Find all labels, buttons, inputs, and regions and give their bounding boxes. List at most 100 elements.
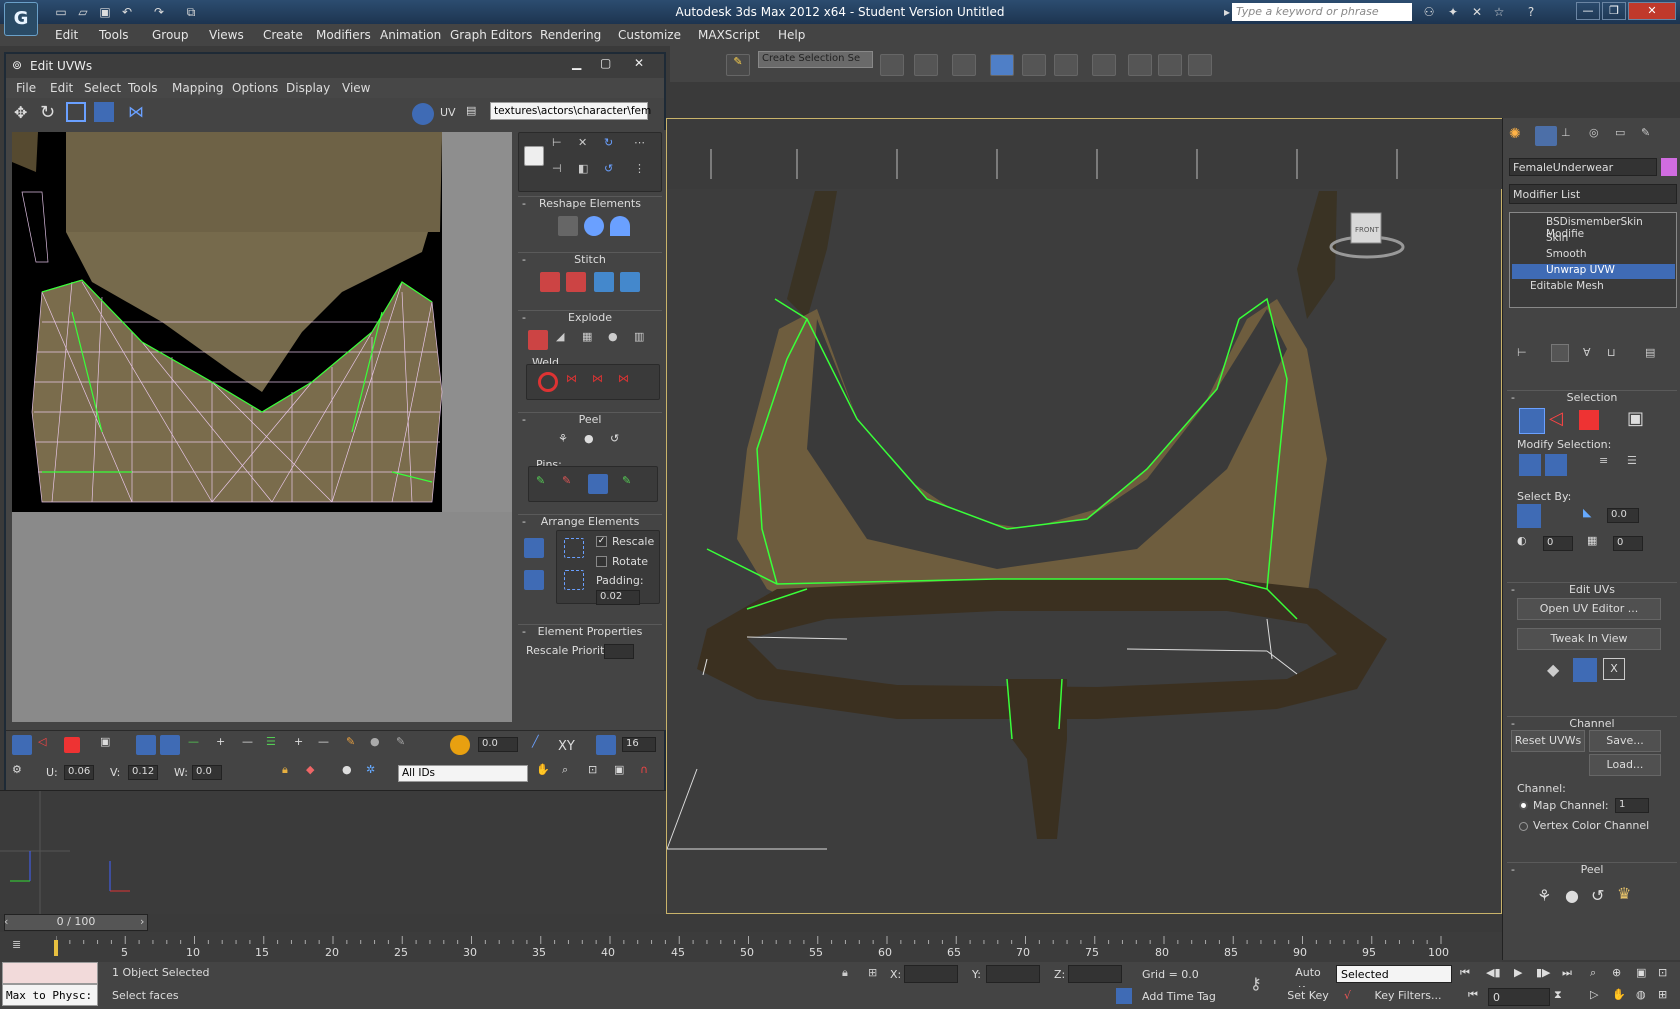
stitch-source-icon[interactable] (566, 272, 586, 292)
uvw-close-button[interactable]: ✕ (634, 56, 644, 70)
vertex-select-icon[interactable] (1519, 408, 1545, 434)
pan-nav-icon[interactable]: ✋ (1612, 988, 1626, 1001)
uv-ring-icon[interactable]: ☰ (266, 735, 286, 755)
uv-label[interactable]: UV (440, 106, 456, 119)
uvw-menu-view[interactable]: View (342, 81, 370, 95)
menu-create[interactable]: Create (263, 28, 303, 42)
w-spinner[interactable]: 0.0 (192, 765, 222, 780)
play-icon[interactable]: ▶ (1514, 966, 1522, 979)
relax-until-flat-icon[interactable] (584, 216, 604, 236)
pin-icon[interactable]: ✎ (536, 474, 556, 494)
motion-tab-icon[interactable]: ◎ (1589, 126, 1611, 146)
shrink-selection-icon[interactable] (1545, 454, 1567, 476)
quick-map-icon[interactable] (1573, 658, 1597, 682)
add-time-tag-icon[interactable] (1116, 988, 1132, 1004)
material-id-spinner[interactable]: 0 (1543, 536, 1573, 551)
set-key-button[interactable]: Set Key (1284, 987, 1332, 1007)
planar-angle-icon[interactable]: ◣ (1583, 506, 1603, 526)
uv-loop-icon[interactable]: — (188, 735, 208, 755)
relax-icon[interactable] (610, 216, 630, 236)
flatten-by-material-icon[interactable]: ▥ (634, 330, 654, 350)
time-slider-track[interactable] (0, 914, 1502, 932)
zoom-all-nav-icon[interactable]: ⊕ (1612, 966, 1621, 979)
uvw-menu-select[interactable]: Select (84, 81, 121, 95)
select-by-element-icon[interactable] (1517, 504, 1541, 528)
paint-grow-icon[interactable]: ● (370, 735, 390, 755)
key-mode-dropdown[interactable]: Selected (1336, 965, 1452, 983)
menu-group[interactable]: Group (152, 28, 189, 42)
menu-graph-editors[interactable]: Graph Editors (450, 28, 532, 42)
go-to-end-icon[interactable]: ⏭ (1562, 966, 1572, 980)
previous-frame-icon[interactable]: ◀▮ (1486, 966, 1501, 979)
maximize-button[interactable]: ❐ (1602, 2, 1626, 20)
tweak-in-view-button[interactable]: Tweak In View (1517, 628, 1661, 650)
next-frame-icon[interactable]: ▮▶ (1536, 966, 1551, 979)
channel-rollout-header[interactable]: - Channel (1507, 716, 1677, 730)
rescale-priority-spinner[interactable] (604, 644, 634, 659)
display-tab-icon[interactable]: ▭ (1615, 126, 1637, 146)
zoom-nav-icon[interactable]: ⌕ (1590, 966, 1596, 980)
uv-edge-mode-icon[interactable]: ◁ (38, 735, 58, 755)
zoom-extents-all-nav-icon[interactable]: ⊡ (1658, 966, 1667, 979)
quick-planar-icon[interactable]: ◆ (1547, 660, 1559, 679)
uvw-maximize-button[interactable]: ▢ (600, 56, 611, 70)
ids-dropdown[interactable]: All IDs (398, 765, 528, 782)
map-channel-radio[interactable] (1519, 801, 1528, 810)
peel-mode-icon[interactable]: ● (1565, 886, 1579, 905)
smoothing-group-spinner[interactable]: 0 (1613, 536, 1643, 551)
search-input[interactable]: Type a keyword or phrase (1232, 3, 1412, 21)
fov-nav-icon[interactable]: ▷ (1590, 988, 1598, 1001)
modify-tab-icon[interactable] (1535, 126, 1557, 146)
uv-element-mode-icon[interactable]: ▣ (100, 735, 120, 755)
falloff-icon[interactable]: ╱ (532, 735, 552, 755)
render-setup-icon[interactable] (1128, 54, 1152, 76)
make-unique-icon[interactable]: ∀ (1583, 346, 1591, 359)
align-horizontal-icon[interactable]: ⊢ (552, 136, 572, 156)
z-coord-field[interactable] (1068, 965, 1122, 983)
grow-selection-icon[interactable] (1519, 454, 1541, 476)
vertex-color-radio[interactable] (1519, 822, 1528, 831)
binoculars-icon[interactable]: ⚇ (1420, 4, 1438, 20)
quick-peel-icon[interactable]: ⚘ (558, 432, 578, 452)
remove-modifier-icon[interactable]: ⊔ (1607, 346, 1616, 359)
soft-selection-spinner[interactable]: 0.0 (478, 737, 518, 752)
rotate-checkbox[interactable] (596, 556, 607, 567)
show-map-icon[interactable] (412, 103, 434, 125)
u-spinner[interactable]: 0.06 (64, 765, 94, 780)
stack-item[interactable]: Skin (1512, 232, 1675, 247)
pack-normalize-icon[interactable] (524, 570, 544, 590)
subscription-icon[interactable]: ✦ (1444, 4, 1462, 20)
uv-face-mode-icon[interactable] (64, 737, 80, 753)
render-teapot-icon[interactable] (1188, 54, 1212, 76)
menu-tools[interactable]: Tools (99, 28, 129, 42)
time-next-icon[interactable]: › (140, 915, 144, 928)
move-icon[interactable]: ✥ (14, 103, 27, 122)
stitch-average-icon[interactable] (594, 272, 614, 292)
menu-rendering[interactable]: Rendering (540, 28, 601, 42)
orbit-nav-icon[interactable]: ◍ (1636, 988, 1646, 1001)
zoom-extents-icon[interactable]: ▣ (614, 763, 634, 783)
grid-size-spinner[interactable]: 16 (622, 737, 656, 752)
edit-uvs-rollout-header[interactable]: - Edit UVs (1507, 582, 1677, 596)
uvw-minimize-button[interactable]: ▁ (572, 56, 581, 70)
named-selection-dropdown[interactable]: Create Selection Se (758, 51, 873, 68)
stack-item-selected[interactable]: Unwrap UVW (1512, 264, 1675, 279)
reset-peel-icon[interactable]: ↺ (1591, 886, 1604, 905)
v-spinner[interactable]: 0.12 (128, 765, 158, 780)
rotate-ccw-icon[interactable]: ↺ (604, 162, 624, 182)
close-button[interactable]: ✕ (1628, 2, 1676, 20)
uv-grow-ring-icon[interactable]: + (294, 735, 314, 755)
edge-select-icon[interactable]: ◁ (1549, 408, 1575, 434)
uv-shrink-ring-icon[interactable]: — (318, 735, 338, 755)
peel-rollout-header[interactable]: - Peel (1507, 862, 1677, 876)
object-color-swatch[interactable] (1661, 158, 1677, 176)
align-icon[interactable] (914, 54, 938, 76)
weld-selected-icon[interactable]: ⋈ (566, 372, 586, 392)
texture-dropdown[interactable]: textures\actors\character\fem (490, 102, 651, 120)
pack-together-icon[interactable] (564, 538, 584, 558)
render-frame-icon[interactable] (1158, 54, 1182, 76)
uv-options-icon[interactable]: ⚙ (12, 763, 32, 783)
weld-edges-icon[interactable]: ⋈ (592, 372, 612, 392)
track-bar[interactable]: ≣ 5 10 15 20 25 30 35 40 45 50 55 60 65 … (0, 932, 1502, 962)
soft-selection-icon[interactable] (450, 735, 470, 755)
